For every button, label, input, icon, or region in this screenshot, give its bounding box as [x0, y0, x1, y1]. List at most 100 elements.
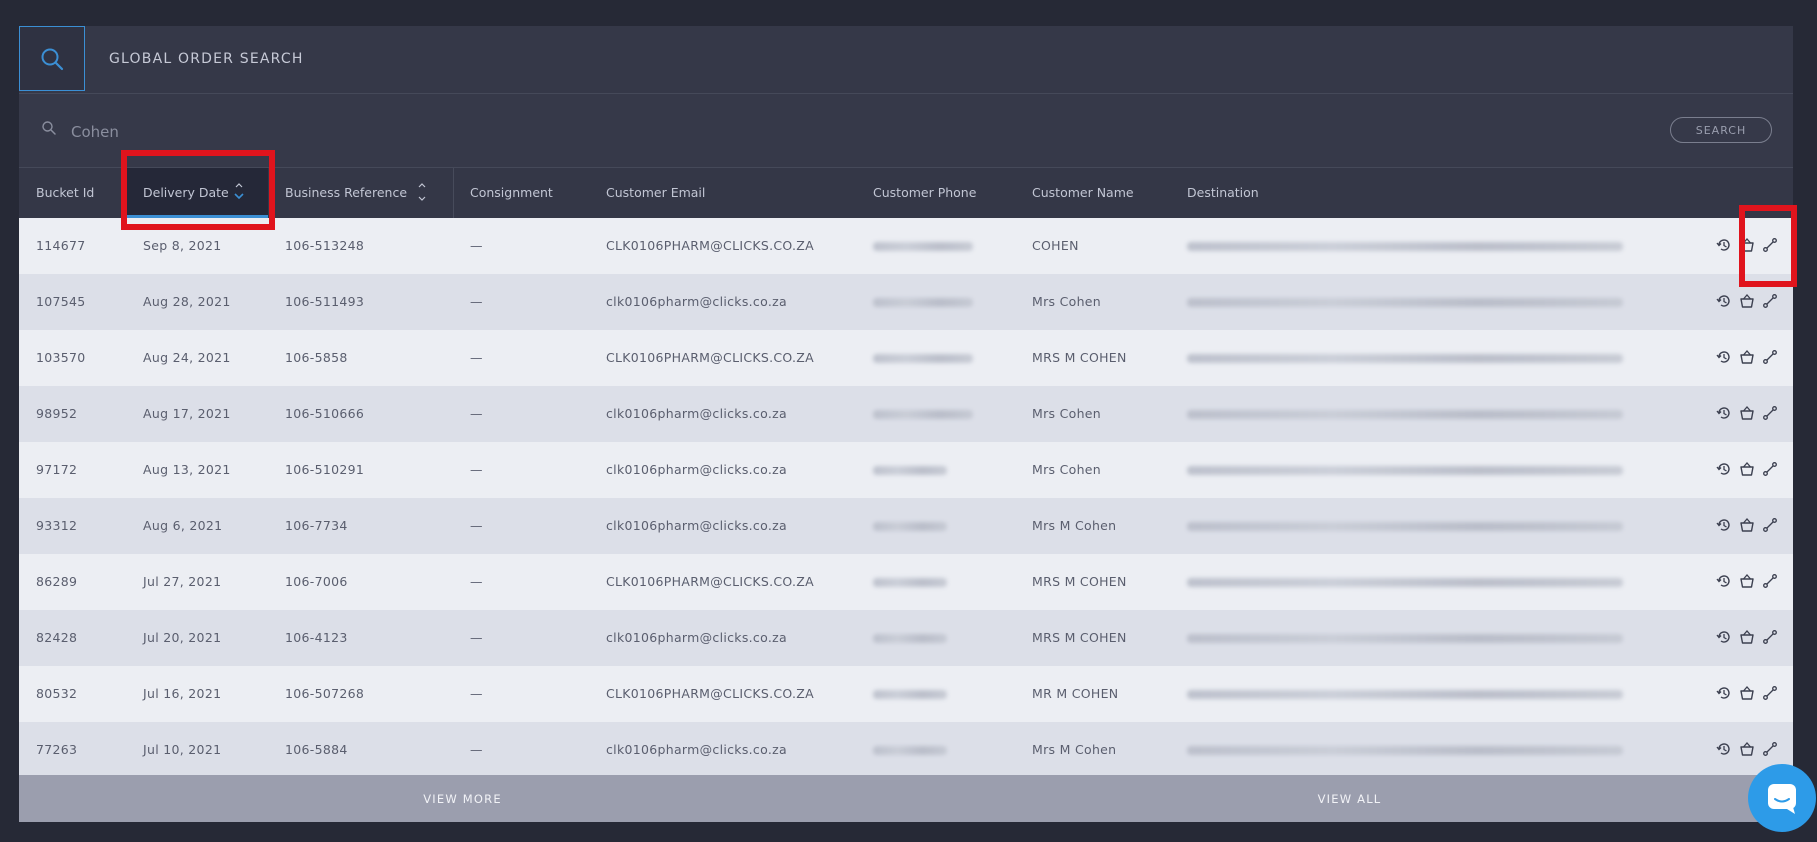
cell-customer-phone-redacted [873, 410, 973, 419]
chat-icon [1768, 784, 1796, 814]
sort-arrows-icon[interactable] [417, 180, 427, 204]
basket-icon[interactable] [1738, 572, 1756, 590]
cell-business-reference: 106-7734 [285, 518, 348, 533]
cell-customer-phone-redacted [873, 634, 947, 643]
route-icon[interactable] [1761, 516, 1779, 534]
basket-icon[interactable] [1738, 740, 1756, 758]
cell-delivery-date: Aug 28, 2021 [143, 294, 231, 309]
table-row[interactable]: 86289 Jul 27, 2021 106-7006 — CLK0106PHARM@C… [19, 554, 1793, 610]
route-icon[interactable] [1761, 684, 1779, 702]
column-header-customer-phone[interactable]: Customer Phone [873, 168, 976, 218]
table-row[interactable]: 80532 Jul 16, 2021 106-507268 — CLK0106PHARM… [19, 666, 1793, 722]
cell-destination-redacted [1187, 242, 1623, 251]
history-icon[interactable] [1715, 236, 1733, 254]
cell-destination-redacted [1187, 354, 1623, 363]
table-row[interactable]: 97172 Aug 13, 2021 106-510291 — clk0106pharm… [19, 442, 1793, 498]
route-icon[interactable] [1761, 348, 1779, 366]
basket-icon[interactable] [1738, 292, 1756, 310]
cell-delivery-date: Aug 13, 2021 [143, 462, 231, 477]
chat-launcher-button[interactable] [1748, 764, 1816, 832]
history-icon[interactable] [1715, 348, 1733, 366]
row-actions [1715, 404, 1781, 424]
basket-icon[interactable] [1738, 460, 1756, 478]
cell-customer-email: clk0106pharm@clicks.co.za [606, 294, 787, 309]
column-header-customer-name[interactable]: Customer Name [1032, 168, 1134, 218]
row-actions [1715, 516, 1781, 536]
cell-customer-phone-redacted [873, 242, 973, 251]
route-icon[interactable] [1761, 460, 1779, 478]
cell-destination-redacted [1187, 690, 1623, 699]
cell-customer-name: MR M COHEN [1032, 686, 1119, 701]
history-icon[interactable] [1715, 516, 1733, 534]
panel-header: GLOBAL ORDER SEARCH [19, 26, 1793, 94]
cell-bucket-id: 114677 [36, 238, 86, 253]
route-icon[interactable] [1761, 292, 1779, 310]
basket-icon[interactable] [1738, 348, 1756, 366]
results-table-body: 114677 Sep 8, 2021 106-513248— CLK0106PHARM… [19, 218, 1793, 778]
cell-bucket-id: 98952 [36, 406, 78, 421]
cell-bucket-id: 103570 [36, 350, 86, 365]
cell-customer-email: clk0106pharm@clicks.co.za [606, 630, 787, 645]
cell-customer-name: Mrs M Cohen [1032, 518, 1117, 533]
table-row[interactable]: 82428 Jul 20, 2021 106-4123 — clk0106pharm@c… [19, 610, 1793, 666]
cell-delivery-date: Jul 16, 2021 [143, 686, 222, 701]
route-icon[interactable] [1761, 404, 1779, 422]
route-icon[interactable] [1761, 740, 1779, 758]
basket-icon[interactable] [1738, 516, 1756, 534]
header-search-button[interactable] [19, 26, 85, 91]
table-row[interactable]: 107545 Aug 28, 2021 106-511493 — clk0106phar… [19, 274, 1793, 330]
view-all-button[interactable]: VIEW ALL [906, 775, 1793, 822]
history-icon[interactable] [1715, 684, 1733, 702]
cell-customer-phone-redacted [873, 298, 973, 307]
search-icon [42, 121, 56, 135]
search-button[interactable]: SEARCH [1670, 117, 1772, 143]
history-icon[interactable] [1715, 292, 1733, 310]
page-title: GLOBAL ORDER SEARCH [109, 51, 304, 67]
column-header-consignment[interactable]: Consignment [470, 168, 553, 218]
history-icon[interactable] [1715, 404, 1733, 422]
cell-customer-phone-redacted [873, 690, 947, 699]
cell-customer-email: clk0106pharm@clicks.co.za [606, 518, 787, 533]
cell-consignment: — [470, 686, 483, 701]
cell-consignment: — [470, 630, 483, 645]
column-header-bucket-id[interactable]: Bucket Id [36, 168, 94, 218]
cell-consignment: — [470, 350, 483, 365]
history-icon[interactable] [1715, 628, 1733, 646]
column-header-customer-email[interactable]: Customer Email [606, 168, 705, 218]
table-row[interactable]: 114677 Sep 8, 2021 106-513248— CLK0106PHARM… [19, 218, 1793, 274]
basket-icon[interactable] [1738, 684, 1756, 702]
table-row[interactable]: 98952 Aug 17, 2021 106-510666 — clk0106pharm… [19, 386, 1793, 442]
cell-destination-redacted [1187, 746, 1623, 755]
cell-customer-name: Mrs Cohen [1032, 294, 1102, 309]
cell-customer-name: Mrs Cohen [1032, 406, 1102, 421]
cell-destination-redacted [1187, 522, 1623, 531]
column-header-destination[interactable]: Destination [1187, 168, 1259, 218]
cell-business-reference: 106-513248 [285, 238, 365, 253]
cell-delivery-date: Aug 6, 2021 [143, 518, 223, 533]
cell-consignment: — [470, 238, 483, 253]
table-row[interactable]: 103570 Aug 24, 2021 106-5858 — CLK0106PHARM@… [19, 330, 1793, 386]
cell-destination-redacted [1187, 466, 1623, 475]
table-row[interactable]: 77263 Jul 10, 2021 106-5884 — clk0106pharm@c… [19, 722, 1793, 778]
column-header-business-reference[interactable]: Business Reference [285, 168, 407, 218]
cell-business-reference: 106-507268 [285, 686, 365, 701]
cell-customer-phone-redacted [873, 746, 947, 755]
history-icon[interactable] [1715, 740, 1733, 758]
cell-customer-email: clk0106pharm@clicks.co.za [606, 462, 787, 477]
route-icon[interactable] [1761, 628, 1779, 646]
cell-delivery-date: Aug 24, 2021 [143, 350, 231, 365]
cell-business-reference: 106-5884 [285, 742, 348, 757]
cell-consignment: — [470, 518, 483, 533]
cell-consignment: — [470, 574, 483, 589]
history-icon[interactable] [1715, 460, 1733, 478]
table-row[interactable]: 93312 Aug 6, 2021 106-7734 — clk0106pharm@cl… [19, 498, 1793, 554]
cell-bucket-id: 86289 [36, 574, 78, 589]
history-icon[interactable] [1715, 572, 1733, 590]
basket-icon[interactable] [1738, 628, 1756, 646]
view-more-button[interactable]: VIEW MORE [19, 775, 906, 822]
route-icon[interactable] [1761, 572, 1779, 590]
table-header: Bucket Id Delivery Date Business Referen… [19, 168, 1793, 218]
basket-icon[interactable] [1738, 404, 1756, 422]
cell-customer-name: Mrs Cohen [1032, 462, 1102, 477]
search-input[interactable] [69, 118, 1373, 146]
